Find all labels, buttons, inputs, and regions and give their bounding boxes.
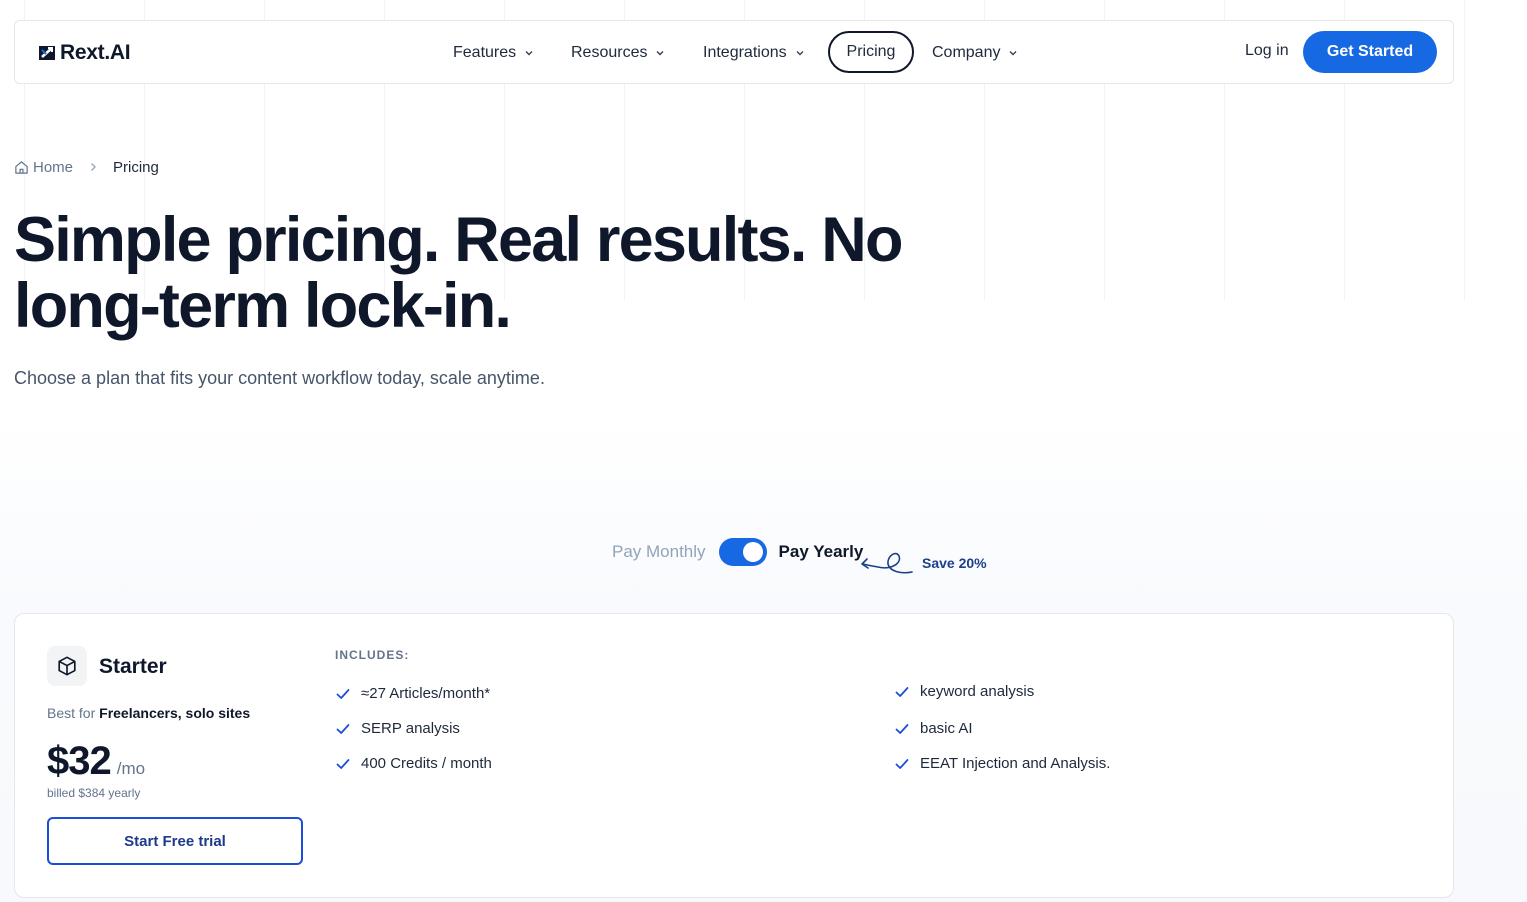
curly-arrow-icon [861,552,913,574]
home-icon [15,160,28,174]
plan-icon-box [47,646,87,686]
check-icon [336,723,350,734]
cube-icon [58,656,76,676]
check-icon [336,758,350,769]
check-icon [895,758,909,769]
page-title: Simple pricing. Real results. No long-te… [14,205,903,341]
chevron-down-icon [1009,51,1017,56]
nav-item-label: Company [932,44,1001,61]
check-icon [336,688,350,699]
feature-item: ≈27 Articles/month* [335,685,490,702]
check-icon [895,686,909,697]
price-period: /mo [116,759,146,778]
pay-monthly-option[interactable]: Pay Monthly [612,542,706,562]
page-subtitle: Choose a plan that fits your content wor… [14,368,545,388]
nav-item-label: Integrations [703,44,787,61]
best-for-prefix: Best for [47,705,96,721]
chevron-down-icon [656,51,664,56]
feature-label: 400 Credits / month [361,755,492,772]
billed-prefix: billed [47,786,76,800]
plan-price: $32 /mo [47,739,145,784]
feature-label: ≈27 Articles/month* [361,685,491,702]
nav-item-pricing[interactable]: Pricing [828,31,914,73]
top-navbar: Rext.AI Features Resources Integrations … [14,20,1454,84]
pay-yearly-option[interactable]: Pay Yearly [779,542,864,562]
start-free-trial-button[interactable]: Start Free trial [47,817,303,865]
billed-amount: $384 [78,786,106,800]
main-nav: Features Resources Integrations Pricing … [15,21,1453,85]
nav-item-label: Features [453,44,517,61]
chevron-down-icon [796,51,804,56]
switch-knob [742,542,763,562]
includes-label: INCLUDES: [335,648,410,662]
chevron-down-icon [525,51,533,56]
feature-item: 400 Credits / month [335,755,492,772]
feature-item: keyword analysis [894,683,1034,700]
nav-item-label: Pricing [846,43,896,60]
nav-item-company[interactable]: Company [932,42,1018,64]
feature-label: EEAT Injection and Analysis. [920,755,1111,772]
plan-best-for: Best for Freelancers, solo sites [47,705,250,721]
save-badge: Save 20% [922,555,987,571]
login-link[interactable]: Log in [1245,42,1289,60]
billed-suffix: yearly [108,786,141,800]
breadcrumb-home-label: Home [33,158,74,176]
feature-item: basic AI [894,720,973,737]
best-for-audience: Freelancers, solo sites [99,705,251,721]
feature-label: SERP analysis [361,720,460,737]
check-icon [895,723,909,734]
plan-name: Starter [99,655,167,678]
billing-toggle: Pay Monthly Pay Yearly [612,536,863,568]
billing-switch[interactable] [718,538,767,566]
chevron-right-icon [91,163,96,171]
breadcrumb: Home Pricing [14,157,159,177]
nav-item-resources[interactable]: Resources [571,42,665,64]
feature-label: keyword analysis [920,683,1035,700]
breadcrumb-home[interactable]: Home [14,159,73,176]
nav-item-label: Resources [571,44,648,61]
feature-label: basic AI [920,720,973,737]
nav-item-integrations[interactable]: Integrations [703,42,805,64]
plan-card-starter: Starter Best for Freelancers, solo sites… [14,613,1454,898]
get-started-button[interactable]: Get Started [1303,31,1437,73]
billed-note: billed $384 yearly [47,786,140,800]
price-amount: $32 [47,739,112,783]
breadcrumb-current: Pricing [113,158,159,176]
feature-item: EEAT Injection and Analysis. [894,755,1110,772]
feature-item: SERP analysis [335,720,460,737]
nav-item-features[interactable]: Features [453,42,534,64]
